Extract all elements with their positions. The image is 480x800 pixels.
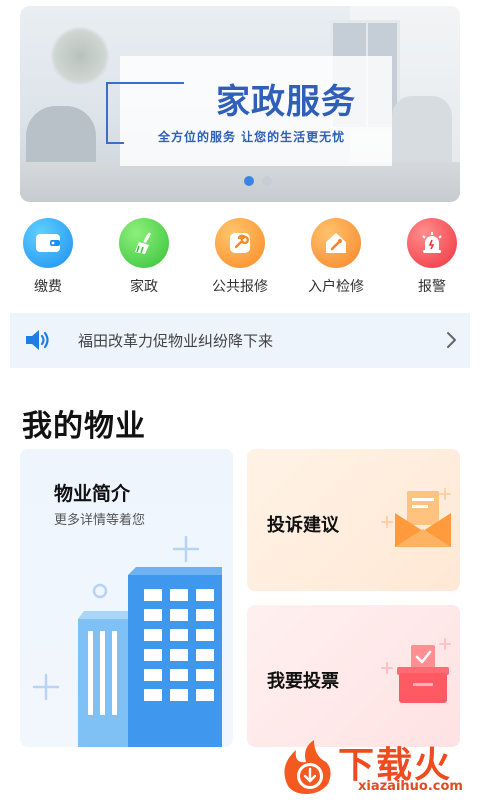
quick-action-payment[interactable]: 缴费 [0,218,96,296]
section-title: 我的物业 [22,409,146,444]
quick-action-alarm[interactable]: 报警 [384,218,480,296]
carousel-indicator [244,176,272,186]
complaint-card[interactable]: 投诉建议 [247,449,460,591]
banner-subtitle: 全方位的服务 让您的生活更无忧 [158,130,346,144]
wrench-icon [215,218,265,268]
quick-action-label: 入户检修 [308,279,364,295]
alarm-icon [407,218,457,268]
card-title: 我要投票 [267,671,339,692]
quick-action-home-repair[interactable]: 入户检修 [288,218,384,296]
chevron-right-icon[interactable] [446,330,458,350]
carousel-dot-active[interactable] [244,176,254,186]
banner-text-card: 家政服务 全方位的服务 让您的生活更无忧 [106,56,392,166]
quick-action-public-repair[interactable]: 公共报修 [192,218,288,296]
mail-icon [381,488,451,547]
quick-actions: 缴费 家政 公共报修 入户检修 报警 [0,218,480,298]
watermark: 下载火 xiazaihuo.com [278,736,478,796]
banner-frame-line [106,142,124,144]
banner-frame-line [106,82,184,84]
banner-title: 家政服务 [216,82,356,122]
quick-action-label: 缴费 [34,279,62,295]
quick-action-housekeeping[interactable]: 家政 [96,218,192,296]
banner-plant [50,26,110,86]
ballot-box-icon [381,638,451,703]
notice-bar[interactable]: 福田改革力促物业纠纷降下来 [10,313,470,368]
card-title: 投诉建议 [267,515,339,536]
quick-action-label: 报警 [418,279,446,295]
quick-action-label: 家政 [130,279,158,295]
watermark-url: xiazaihuo.com [358,779,463,794]
banner-floor [20,162,460,202]
notice-text: 福田改革力促物业纠纷降下来 [78,332,274,350]
home-banner[interactable]: 家政服务 全方位的服务 让您的生活更无忧 [20,6,460,202]
broom-icon [119,218,169,268]
screwdriver-house-icon [311,218,361,268]
wallet-icon [23,218,73,268]
speaker-icon [24,327,52,353]
property-intro-card[interactable]: 物业简介 更多详情等着您 [20,449,233,747]
quick-action-label: 公共报修 [212,279,268,295]
banner-frame-line [106,82,108,144]
vote-card[interactable]: 我要投票 [247,605,460,747]
building-icon [32,535,222,747]
carousel-dot[interactable] [262,176,272,186]
